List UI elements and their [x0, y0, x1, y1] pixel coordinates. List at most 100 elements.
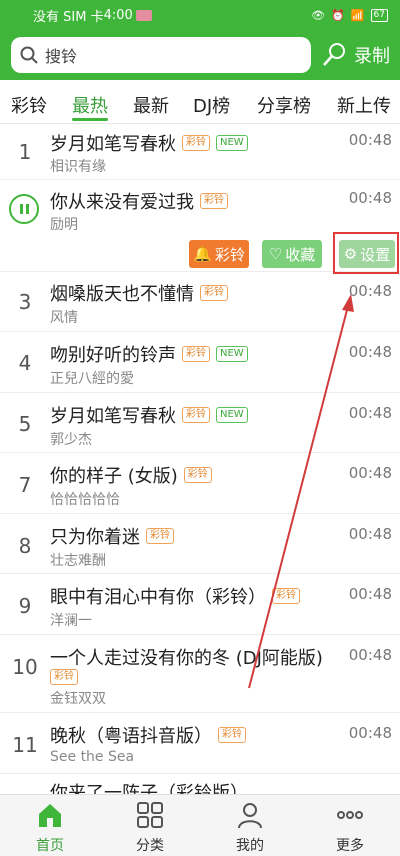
song-title: 只为你着迷 — [50, 527, 140, 548]
heart-icon: ♡ — [268, 245, 283, 263]
bell-icon: 🔔 — [193, 245, 212, 263]
nav-mine[interactable]: 我的 — [200, 795, 300, 856]
pause-icon[interactable] — [9, 194, 39, 224]
song-artist: 洋澜一 — [50, 613, 92, 629]
bottom-nav: 首页 分类 我的 更多 — [0, 794, 400, 856]
notification-icon — [135, 9, 152, 21]
song-duration: 00:48 — [348, 282, 392, 300]
tab-new-upload[interactable]: 新上传 — [337, 92, 391, 118]
active-tab-indicator — [72, 118, 108, 121]
song-duration: 00:48 — [348, 189, 392, 207]
category-tabs: 彩铃 最热 最新 DJ榜 分享榜 新上传 — [0, 80, 400, 124]
song-row[interactable]: 你来了一阵子（彩铃版） — [0, 774, 400, 794]
tab-newest[interactable]: 最新 — [133, 92, 169, 118]
user-icon — [238, 803, 262, 829]
song-duration: 00:48 — [348, 464, 392, 482]
ringtone-tag: 彩铃 — [50, 669, 78, 685]
song-rank: 5 — [18, 412, 32, 436]
song-title: 晚秋（粤语抖音版） — [50, 726, 212, 747]
favorite-button[interactable]: ♡ 收藏 — [262, 240, 322, 268]
nav-category-label: 分类 — [136, 838, 164, 854]
ringtone-tag: 彩铃 — [182, 346, 210, 362]
nav-mine-label: 我的 — [236, 838, 264, 854]
ringtone-tag: 彩铃 — [183, 467, 212, 483]
song-duration: 00:48 — [348, 131, 392, 149]
nav-home-label: 首页 — [36, 838, 64, 854]
song-title: 你从来没有爱过我 — [50, 192, 194, 213]
alarm-icon: ⏰ — [331, 8, 345, 22]
song-rank: 3 — [18, 290, 32, 314]
song-artist: 金钰双双 — [50, 691, 106, 707]
battery-icon: 67 — [370, 8, 388, 22]
favorite-label: 收藏 — [285, 245, 316, 264]
tab-dj-chart[interactable]: DJ榜 — [193, 92, 230, 118]
song-artist: 风情 — [50, 310, 78, 326]
nav-category[interactable]: 分类 — [100, 795, 200, 856]
song-duration: 00:48 — [348, 585, 392, 603]
song-row-playing[interactable]: 你从来没有爱过我 彩铃 励明 00:48 🔔 彩铃 ♡ 收藏 ⚙ 设置 — [0, 180, 400, 274]
song-row[interactable]: 1 岁月如笔写春秋 彩铃 NEW 相识有缘 00:48 — [0, 124, 400, 180]
song-artist: 相识有缘 — [50, 159, 106, 175]
ringtone-tag: 彩铃 — [200, 285, 228, 301]
song-title: 烟嗓版天也不懂情 — [50, 284, 194, 305]
song-row[interactable]: 10 一个人走过没有你的冬 (DJ阿能版) 彩铃 金钰双双 00:48 — [0, 635, 400, 713]
ringtone-tag: 彩铃 — [182, 407, 210, 423]
set-ringtone-button[interactable]: 🔔 彩铃 — [189, 240, 249, 268]
wifi-icon: 📶 — [350, 8, 365, 22]
settings-highlight-box — [333, 232, 399, 274]
tab-hottest[interactable]: 最热 — [72, 92, 108, 118]
new-tag: NEW — [216, 346, 248, 362]
set-ringtone-label: 彩铃 — [214, 245, 245, 264]
song-artist: 正兒八經的愛 — [50, 371, 134, 387]
song-rank: 4 — [18, 351, 32, 375]
nav-more[interactable]: 更多 — [300, 795, 400, 856]
song-duration: 00:48 — [348, 525, 392, 543]
song-artist: 恰恰恰恰恰 — [50, 492, 120, 508]
record-label: 录制 — [354, 46, 390, 67]
song-title: 眼中有泪心中有你（彩铃） — [50, 587, 266, 608]
song-rank: 1 — [18, 140, 32, 164]
song-duration: 00:48 — [348, 646, 392, 664]
carrier-status: 没有 SIM 卡 4:00 — [33, 6, 152, 25]
nav-home[interactable]: 首页 — [0, 795, 100, 856]
song-row[interactable]: 5 岁月如笔写春秋 彩铃 NEW 郭少杰 00:48 — [0, 393, 400, 453]
tab-ringtone[interactable]: 彩铃 — [11, 92, 47, 118]
record-button[interactable]: 录制 — [320, 38, 390, 72]
song-row[interactable]: 9 眼中有泪心中有你（彩铃） 彩铃 洋澜一 00:48 — [0, 574, 400, 635]
song-row[interactable]: 4 吻别好听的铃声 彩铃 NEW 正兒八經的愛 00:48 — [0, 332, 400, 393]
song-row[interactable]: 8 只为你着迷 彩铃 壮志难酬 00:48 — [0, 514, 400, 574]
song-rank: 7 — [18, 473, 32, 497]
song-title: 岁月如笔写春秋 — [50, 134, 176, 155]
song-rank: 9 — [18, 594, 32, 618]
song-artist: 励明 — [50, 217, 78, 233]
song-row[interactable]: 7 你的样子 (女版) 彩铃 恰恰恰恰恰 00:48 — [0, 453, 400, 514]
ringtone-tag: 彩铃 — [182, 135, 210, 151]
song-artist: 壮志难酬 — [50, 553, 106, 569]
song-artist: See the Sea — [50, 749, 135, 765]
song-title: 吻别好听的铃声 — [50, 345, 176, 366]
song-row[interactable]: 11 晚秋（粤语抖音版） 彩铃 See the Sea 00:48 — [0, 713, 400, 774]
ringtone-tag: 彩铃 — [200, 193, 228, 209]
song-title: 你来了一阵子（彩铃版） — [50, 783, 248, 794]
song-artist: 郭少杰 — [50, 432, 92, 448]
ringtone-tag: 彩铃 — [218, 727, 246, 743]
search-input[interactable]: 搜铃 — [11, 37, 311, 73]
song-rank: 8 — [18, 534, 32, 558]
ringtone-tag: 彩铃 — [272, 588, 300, 604]
new-tag: NEW — [216, 135, 248, 151]
song-duration: 00:48 — [348, 404, 392, 422]
song-duration: 00:48 — [348, 343, 392, 361]
nav-more-label: 更多 — [336, 838, 364, 854]
song-rank: 11 — [12, 733, 38, 757]
search-placeholder: 搜铃 — [45, 47, 78, 66]
eye-icon: 👁 — [311, 8, 326, 22]
clock: 4:00 — [103, 7, 133, 23]
song-title: 你的样子 (女版) — [50, 466, 178, 487]
song-row[interactable]: 3 烟嗓版天也不懂情 彩铃 风情 00:48 — [0, 272, 400, 332]
home-icon — [39, 804, 61, 827]
song-rank: 10 — [12, 655, 38, 679]
tab-share-chart[interactable]: 分享榜 — [257, 92, 311, 118]
microphone-icon — [323, 43, 345, 66]
more-icon — [337, 811, 363, 819]
song-list: 1 岁月如笔写春秋 彩铃 NEW 相识有缘 00:48 你从来没有爱过我 彩铃 … — [0, 124, 400, 794]
